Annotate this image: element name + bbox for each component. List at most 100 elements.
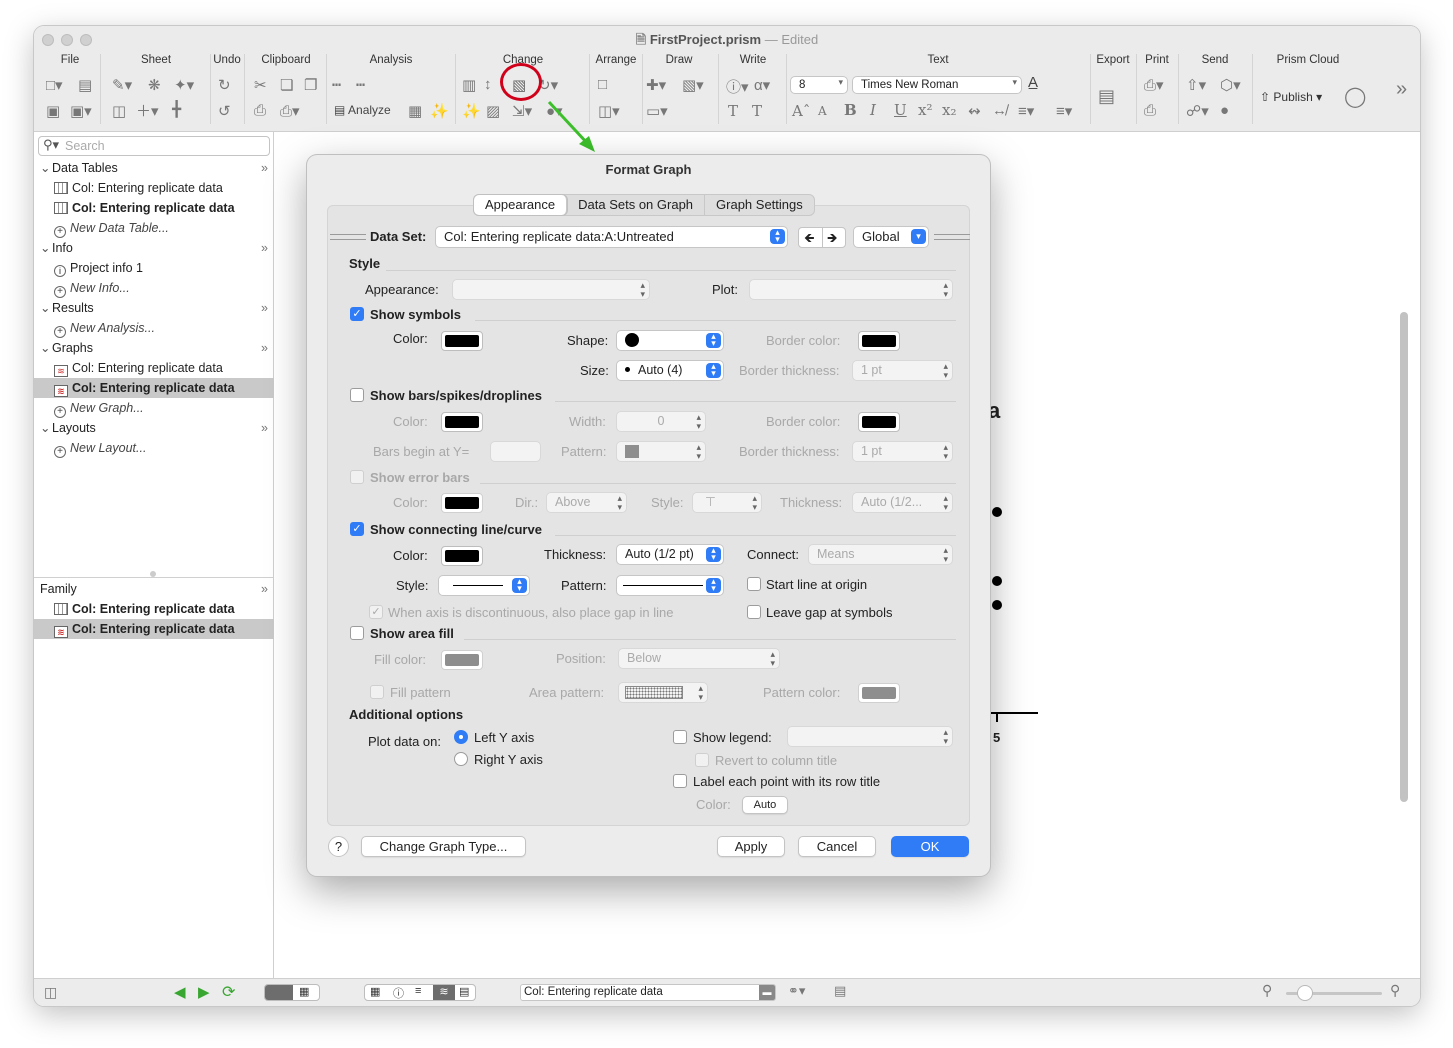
wand-icon[interactable]: ✨ [430, 102, 449, 120]
next-dataset-button[interactable]: 🡺 [827, 229, 838, 251]
cut-icon[interactable]: ✂ [254, 76, 267, 94]
text-flip-icon[interactable]: ↭ [968, 102, 981, 120]
table-view-icon[interactable]: ▦ [370, 985, 380, 998]
info-view-icon[interactable]: ⓘ [393, 985, 404, 1001]
sheet-selector[interactable]: Col: Entering replicate data ▬ [520, 984, 776, 1001]
sidebar-item[interactable]: Col: Entering replicate data [34, 178, 274, 198]
publish-button[interactable]: ⇧ Publish ▾ [1260, 90, 1322, 104]
show-error-bars-checkbox[interactable] [350, 470, 364, 484]
sidebar-item[interactable]: Col: Entering replicate data [34, 198, 274, 218]
calendar-icon[interactable]: ▤ [834, 983, 846, 999]
bars-border-color-swatch[interactable] [858, 412, 900, 432]
position-select[interactable]: Below ▴ ▾ [618, 648, 780, 669]
sidebar-new-item[interactable]: + New Analysis... [34, 318, 274, 338]
tab-graph-settings[interactable]: Graph Settings [705, 195, 814, 215]
text-color-icon[interactable]: A̲ [1028, 74, 1038, 91]
change-icon-1[interactable]: ▥ [462, 76, 476, 94]
show-line-checkbox[interactable]: ✓ [350, 522, 364, 536]
area-pattern-select[interactable]: ▴ ▾ [618, 682, 708, 703]
symbol-color-swatch[interactable] [441, 331, 483, 351]
sidebar-section-data-tables[interactable]: ⌄ Data Tables » [34, 158, 274, 178]
zoom-slider-thumb[interactable] [1297, 985, 1313, 1001]
family-item[interactable]: ≋ Col: Entering replicate data [34, 619, 274, 639]
border-thickness-select[interactable]: 1 pt ▴ ▾ [852, 360, 953, 381]
search-input[interactable]: ⚲▾ Search [38, 136, 270, 156]
shape-select[interactable]: ▴ ▾ [616, 330, 724, 351]
superscript-icon[interactable]: x² [918, 101, 932, 119]
error-style-select[interactable]: ⊤ ▴ ▾ [692, 492, 762, 513]
text-rotate-icon[interactable]: ↮ [992, 102, 1007, 119]
bars-width-stepper[interactable]: 0 ▴ ▾ [616, 411, 706, 432]
ok-button[interactable]: OK [891, 836, 969, 857]
chevron-down-icon[interactable]: ⌄ [40, 418, 52, 438]
chevron-double-right-icon[interactable]: » [261, 338, 268, 358]
send-cube-icon[interactable]: ⬡▾ [1220, 76, 1241, 94]
insert-icon[interactable]: ╋ [172, 100, 181, 118]
redo-icon[interactable]: ↻ [218, 76, 231, 94]
symbol-border-color-swatch[interactable] [858, 331, 900, 351]
fill-pattern-checkbox[interactable] [370, 685, 384, 699]
appearance-select[interactable]: ▴ ▾ [452, 279, 650, 300]
grid-view-icon[interactable]: ▦ [299, 985, 309, 998]
help-button[interactable]: ? [328, 836, 349, 857]
error-thickness-select[interactable]: Auto (1/2... ▴ ▾ [852, 492, 953, 513]
start-origin-checkbox[interactable] [747, 577, 761, 591]
view-mode-toggle[interactable]: ▦ [264, 984, 320, 1001]
italic-icon[interactable]: I [870, 101, 876, 119]
previous-dataset-button[interactable]: 🡸 [804, 229, 815, 251]
bold-icon[interactable]: B [844, 101, 857, 119]
bars-pattern-select[interactable]: ▴ ▾ [616, 441, 706, 462]
results-view-icon[interactable]: ≡ [415, 985, 421, 997]
tab-data-sets-on-graph[interactable]: Data Sets on Graph [567, 195, 706, 215]
font-size-select[interactable]: 8 ▾ [790, 76, 848, 94]
page-view-icon[interactable] [265, 985, 293, 1000]
add-sheet-icon[interactable]: ＋▾ [136, 100, 159, 121]
share-icon[interactable]: ⇧▾ [1186, 76, 1206, 94]
sheet-type-toggle[interactable]: ▦ ⓘ ≡ ≋ ▤ [364, 984, 476, 1001]
table-icon[interactable]: ▦ [408, 102, 422, 120]
left-y-axis-radio[interactable] [454, 730, 468, 744]
sidebar-section-results[interactable]: ⌄ Results » [34, 298, 274, 318]
chevron-down-icon[interactable]: ⌄ [40, 158, 52, 178]
sidebar-item[interactable]: ≋ Col: Entering replicate data [34, 358, 274, 378]
graph-view-icon[interactable]: ≋ [433, 985, 455, 1000]
size-select[interactable]: Auto (4) ▴ ▾ [616, 360, 724, 381]
chevron-down-icon[interactable]: ⌄ [40, 298, 52, 318]
trash-icon[interactable]: ◫ [112, 102, 126, 120]
label-color-auto-button[interactable]: Auto [742, 796, 788, 814]
decrease-font-icon[interactable]: A [818, 104, 827, 118]
show-area-fill-checkbox[interactable] [350, 626, 364, 640]
show-symbols-checkbox[interactable]: ✓ [350, 307, 364, 321]
vertical-scrollbar[interactable] [1400, 312, 1408, 802]
sidebar-section-layouts[interactable]: ⌄ Layouts » [34, 418, 274, 438]
change-icon-4[interactable]: ⇲▾ [512, 102, 532, 120]
sidebar-section-info[interactable]: ⌄ Info » [34, 238, 274, 258]
change-graph-type-button[interactable]: Change Graph Type... [361, 836, 526, 857]
magic-icon[interactable]: ✨ [462, 102, 481, 120]
toolbar-overflow-icon[interactable]: » [1396, 78, 1407, 101]
underline-icon[interactable]: U [894, 101, 907, 119]
align-icon[interactable]: ≡▾ [1018, 102, 1034, 120]
label-points-checkbox[interactable] [673, 774, 687, 788]
sidebar-new-item[interactable]: + New Layout... [34, 438, 274, 458]
sheet-edit-icon[interactable]: ✎▾ [112, 76, 132, 94]
sidebar-item[interactable]: ≋ Col: Entering replicate data [34, 378, 274, 398]
chevron-double-right-icon[interactable]: » [261, 238, 268, 258]
revert-column-title-checkbox[interactable] [695, 753, 709, 767]
analysis-chart-icon[interactable]: ┅ [332, 76, 341, 94]
subscript-icon[interactable]: x₂ [942, 101, 956, 119]
splitter-handle[interactable] [150, 571, 156, 577]
analyze-button[interactable]: ▤ Analyze [334, 103, 391, 117]
chevron-double-right-icon[interactable]: » [261, 298, 268, 318]
info-icon[interactable]: ⓘ▾ [726, 76, 749, 97]
toggle-sidebar-icon[interactable]: ◫ [44, 984, 57, 1001]
sidebar-new-item[interactable]: + New Info... [34, 278, 274, 298]
chevron-double-right-icon[interactable]: » [261, 158, 268, 178]
apply-button[interactable]: Apply [717, 836, 785, 857]
show-legend-checkbox[interactable] [673, 730, 687, 744]
bars-border-thickness-select[interactable]: 1 pt ▴ ▾ [852, 441, 953, 462]
avatar[interactable]: ◯ [1344, 84, 1366, 109]
error-dir-select[interactable]: Above ▴ ▾ [546, 492, 627, 513]
copy-special-icon[interactable]: ❐ [304, 76, 317, 94]
show-bars-checkbox[interactable] [350, 388, 364, 402]
